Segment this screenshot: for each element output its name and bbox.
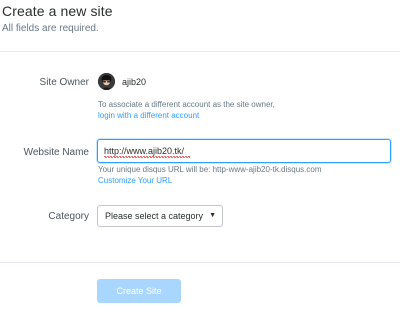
site-owner-label: Site Owner: [39, 77, 89, 88]
page-subtitle: All fields are required.: [2, 23, 99, 34]
category-select[interactable]: Please select a category ▼: [97, 205, 223, 227]
login-different-account-link[interactable]: login with a different account: [98, 111, 199, 120]
user-avatar-icon: [98, 73, 115, 90]
customize-url-link[interactable]: Customize Your URL: [98, 176, 172, 185]
owner-username: ajib20: [122, 77, 147, 87]
divider-bottom: [0, 262, 400, 263]
chevron-down-icon: ▼: [209, 212, 216, 219]
divider-top: [0, 51, 400, 52]
spellcheck-underline: [104, 156, 190, 158]
owner-hint: To associate a different account as the …: [98, 100, 275, 109]
website-name-input[interactable]: [97, 139, 391, 163]
page-title: Create a new site: [2, 3, 113, 19]
create-site-button[interactable]: Create Site: [97, 279, 181, 303]
disqus-url-hint: Your unique disqus URL will be: http-www…: [98, 165, 322, 174]
category-selected-value: Please select a category: [105, 211, 204, 221]
website-name-label: Website Name: [23, 147, 89, 158]
category-label: Category: [48, 211, 89, 222]
